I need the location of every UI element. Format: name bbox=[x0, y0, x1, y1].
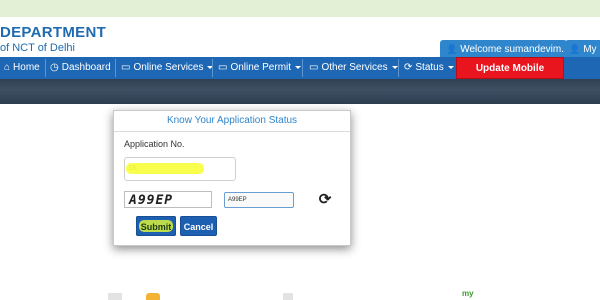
panel-title: Know Your Application Status bbox=[114, 111, 350, 132]
nav-online-services[interactable]: ▭ Online Services bbox=[121, 57, 214, 79]
nav-divider bbox=[115, 59, 116, 77]
nav-home[interactable]: ⌂ Home bbox=[4, 57, 40, 79]
monitor-icon: ▭ bbox=[121, 62, 131, 73]
monitor-icon: ▭ bbox=[218, 62, 228, 73]
page-content-fragment bbox=[146, 293, 160, 300]
welcome-user-menu[interactable]: 👤 Welcome sumandevim... bbox=[440, 40, 567, 58]
dashboard-icon: ◷ bbox=[50, 62, 59, 73]
nav-status[interactable]: ⟳ Status bbox=[404, 57, 454, 79]
nav-online-services-label: Online Services bbox=[133, 62, 204, 73]
highlight-mark bbox=[126, 163, 204, 174]
update-mobile-number-button[interactable]: Update Mobile Number bbox=[456, 57, 564, 96]
nav-divider bbox=[212, 59, 213, 77]
nav-dashboard[interactable]: ◷ Dashboard bbox=[50, 57, 111, 79]
nav-divider bbox=[45, 59, 46, 77]
page-content-fragment-text: my bbox=[462, 289, 474, 298]
captcha-input-value: A99EP bbox=[228, 197, 247, 203]
department-subtitle: of NCT of Delhi bbox=[0, 42, 75, 54]
cancel-button-label: Cancel bbox=[183, 222, 214, 232]
application-number-label: Application No. bbox=[124, 139, 185, 149]
page-content-fragment bbox=[108, 293, 122, 300]
chevron-down-icon bbox=[295, 65, 302, 69]
application-status-panel: Know Your Application Status Application… bbox=[113, 110, 351, 246]
header-banner bbox=[0, 79, 600, 104]
refresh-captcha-icon[interactable]: ⟳ bbox=[316, 191, 334, 209]
department-title: DEPARTMENT bbox=[0, 24, 107, 41]
user-icon: 👤 bbox=[569, 44, 581, 54]
my-profile-menu[interactable]: 👤My P bbox=[565, 40, 600, 58]
nav-other-services[interactable]: ▭ Other Services bbox=[309, 57, 398, 79]
nav-status-label: Status bbox=[415, 62, 444, 73]
nav-home-label: Home bbox=[13, 62, 40, 73]
nav-divider bbox=[398, 59, 399, 77]
nav-online-permit-label: Online Permit bbox=[230, 62, 292, 73]
refresh-icon: ⟳ bbox=[404, 62, 413, 73]
nav-online-permit[interactable]: ▭ Online Permit bbox=[218, 57, 302, 79]
monitor-icon: ▭ bbox=[309, 62, 319, 73]
user-icon: 👤 bbox=[446, 44, 458, 54]
nav-other-services-label: Other Services bbox=[321, 62, 388, 73]
chevron-down-icon bbox=[447, 65, 454, 69]
welcome-user-label: Welcome sumandevim... bbox=[460, 44, 567, 55]
captcha-image: A99EP bbox=[124, 191, 212, 208]
chevron-down-icon bbox=[391, 65, 398, 69]
submit-button[interactable]: Submit bbox=[136, 216, 176, 236]
captcha-input[interactable]: A99EP bbox=[224, 192, 294, 208]
nav-dashboard-label: Dashboard bbox=[61, 62, 111, 73]
top-strip bbox=[0, 0, 600, 17]
home-icon: ⌂ bbox=[4, 62, 11, 73]
submit-button-label: Submit bbox=[140, 222, 172, 232]
nav-divider bbox=[302, 59, 303, 77]
my-profile-label: My P bbox=[583, 44, 600, 55]
page-content-fragment bbox=[283, 293, 293, 300]
cancel-button[interactable]: Cancel bbox=[180, 216, 217, 236]
